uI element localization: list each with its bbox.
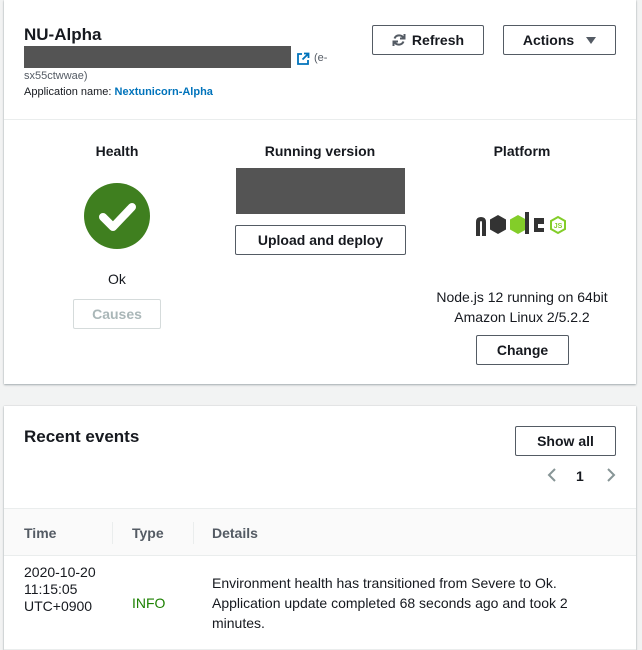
platform-title: Platform	[493, 143, 551, 159]
chevron-left-icon[interactable]	[545, 467, 559, 483]
table-row: 2020-10-20 11:15:05 UTC+0900 INFO Enviro…	[4, 556, 636, 650]
health-ok-icon	[84, 183, 150, 249]
event-time: 2020-10-20 11:15:05 UTC+0900	[24, 564, 96, 614]
environment-card: NU-Alpha (e- sx55ctwwae) Application nam…	[4, 0, 636, 384]
application-name-link[interactable]: Nextunicorn-Alpha	[115, 86, 213, 98]
external-link-icon[interactable]	[296, 52, 310, 66]
environment-header: NU-Alpha (e- sx55ctwwae) Application nam…	[4, 0, 636, 120]
redacted-version-label	[236, 168, 405, 214]
svg-text:JS: JS	[554, 223, 563, 230]
column-divider	[193, 522, 194, 544]
event-type: INFO	[132, 595, 166, 611]
refresh-icon	[392, 34, 406, 46]
actions-label: Actions	[522, 32, 575, 48]
checkmark-icon	[99, 203, 136, 231]
upload-and-deploy-button[interactable]: Upload and deploy	[235, 225, 406, 255]
change-platform-button[interactable]: Change	[476, 335, 569, 365]
column-divider	[112, 522, 113, 544]
redacted-environment-url	[24, 46, 291, 68]
running-version-title: Running version	[264, 143, 376, 159]
refresh-button[interactable]: Refresh	[372, 25, 484, 55]
environment-name: NU-Alpha	[24, 25, 102, 44]
application-name-label: Application name:	[24, 86, 112, 98]
column-header-time[interactable]: Time	[24, 525, 56, 541]
causes-button[interactable]: Causes	[73, 299, 161, 329]
refresh-label: Refresh	[411, 32, 465, 48]
actions-dropdown-button[interactable]: Actions	[503, 25, 616, 55]
page-number[interactable]: 1	[576, 468, 584, 484]
health-status: Ok	[108, 271, 126, 287]
recent-events-card: Recent events Show all 1 Time Type Detai…	[4, 406, 636, 650]
nodejs-logo-icon: JS	[476, 212, 566, 236]
application-name-row: Application name: Nextunicorn-Alpha	[24, 86, 213, 98]
environment-id-prefix: (e-	[314, 52, 328, 64]
event-details: Environment health has transitioned from…	[212, 575, 568, 631]
platform-description: Node.js 12 running on 64bit Amazon Linux…	[436, 289, 608, 325]
caret-down-icon	[586, 36, 597, 44]
column-header-details[interactable]: Details	[212, 525, 258, 541]
environment-id: sx55ctwwae)	[24, 70, 88, 82]
events-table-header: Time Type Details	[4, 508, 636, 556]
recent-events-title: Recent events	[24, 427, 140, 446]
show-all-button[interactable]: Show all	[515, 426, 616, 456]
chevron-right-icon[interactable]	[604, 467, 618, 483]
column-header-type[interactable]: Type	[132, 525, 164, 541]
health-title: Health	[95, 143, 139, 159]
